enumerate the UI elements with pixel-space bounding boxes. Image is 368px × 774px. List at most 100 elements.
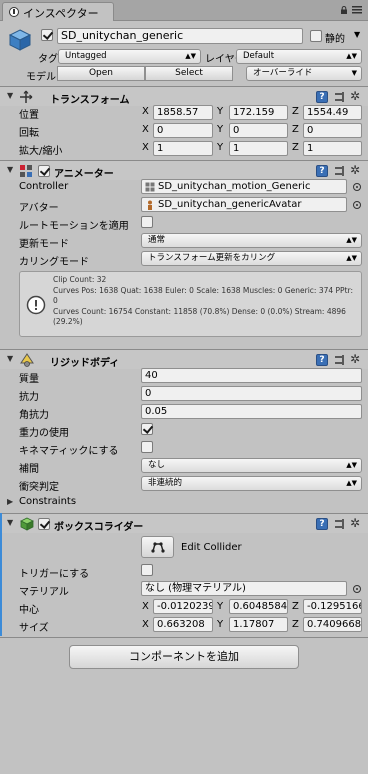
gear-icon[interactable]: ✲ [350,164,362,176]
root-motion-checkbox[interactable] [141,216,153,228]
fold-arrow-icon[interactable]: ▼ [7,91,13,100]
animator-icon [20,165,32,177]
axis-z-label: Z [292,142,299,153]
preset-icon[interactable] [334,354,346,366]
preset-icon[interactable] [334,518,346,530]
rotation-y-field[interactable]: 0 [229,123,288,138]
select-button[interactable]: Select [145,66,233,81]
collision-dropdown[interactable]: 非連続的 ▲▼ [141,476,362,491]
lock-icon[interactable] [340,6,348,14]
use-gravity-checkbox[interactable] [141,423,153,435]
layer-dropdown[interactable]: Default ▲▼ [236,49,362,64]
axis-z-label: Z [292,601,299,612]
material-field[interactable]: なし (物理マテリアル) [141,581,347,596]
scale-y-field[interactable]: 1 [229,141,288,156]
culling-mode-label: カリングモード [19,257,89,268]
tag-value: Untagged [65,51,107,61]
help-icon[interactable]: ? [316,165,328,177]
transform-icon [20,90,33,103]
angular-drag-field[interactable]: 0.05 [141,404,362,419]
preset-icon[interactable] [334,165,346,177]
object-name-field[interactable]: SD_unitychan_generic [57,28,303,44]
animator-title: アニメーター [54,169,114,180]
tag-dropdown[interactable]: Untagged ▲▼ [58,49,201,64]
static-checkbox[interactable] [310,30,322,42]
rigidbody-header[interactable]: ▼ リジッドボディ ? ✲ [0,349,368,369]
scale-z-field[interactable]: 1 [303,141,362,156]
rotation-x-field[interactable]: 0 [153,123,213,138]
scale-x-field[interactable]: 1 [153,141,213,156]
rigidbody-title: リジッドボディ [50,358,120,369]
open-button[interactable]: Open [57,66,145,81]
constraints-label[interactable]: Constraints [19,496,76,507]
fold-arrow-icon[interactable]: ▶ [7,497,13,506]
dropdown-arrow-icon: ▲▼ [346,479,357,487]
axis-y-label: Y [217,142,224,153]
info-line: (29.2%) [53,317,83,326]
help-icon[interactable]: ? [316,518,328,530]
use-gravity-label: 重力の使用 [19,428,69,439]
animator-header[interactable]: ▼ アニメーター ? ✲ [0,160,368,180]
transform-header[interactable]: ▼ トランスフォーム ? ✲ [0,86,368,106]
chevron-down-icon[interactable]: ▼ [354,30,360,39]
axis-z-label: Z [292,124,299,135]
center-z-field[interactable]: -0.1295166 [303,599,362,614]
gear-icon[interactable]: ✲ [350,353,362,365]
help-icon[interactable]: ? [316,354,328,366]
edit-collider-button[interactable] [141,536,174,558]
avatar-value: SD_unitychan_genericAvatar [158,199,302,210]
mass-field[interactable]: 40 [141,368,362,383]
trigger-checkbox[interactable] [141,564,153,576]
interpolate-label: 補間 [19,464,39,475]
controller-field[interactable]: SD_unitychan_motion_Generic [141,179,347,194]
avatar-icon [148,200,152,210]
avatar-field[interactable]: SD_unitychan_genericAvatar [141,197,347,212]
edit-collider-icon [150,542,165,553]
animator-enabled-checkbox[interactable] [38,165,50,177]
kinematic-checkbox[interactable] [141,441,153,453]
size-x-field[interactable]: 0.663208 [153,617,213,632]
fold-arrow-icon[interactable]: ▼ [7,165,13,174]
target-icon[interactable] [353,201,361,209]
active-checkbox[interactable] [41,29,53,41]
center-x-field[interactable]: -0.0120239 [153,599,213,614]
tab-inspector[interactable]: インスペクター [2,2,114,21]
menu-icon[interactable] [352,6,362,14]
interpolate-dropdown[interactable]: なし ▲▼ [141,458,362,473]
preset-icon[interactable] [334,91,346,103]
size-y-field[interactable]: 1.17807 [229,617,288,632]
update-mode-dropdown[interactable]: 通常 ▲▼ [141,233,362,248]
box-collider-enabled-checkbox[interactable] [38,518,50,530]
scale-label: 拡大/縮小 [19,146,63,157]
axis-y-label: Y [217,124,224,135]
culling-mode-dropdown[interactable]: トランスフォーム更新をカリング ▲▼ [141,251,362,266]
chevron-down-icon: ▼ [351,69,357,77]
position-x-field[interactable]: 1858.57 [153,105,213,120]
position-y-field[interactable]: 172.159 [229,105,288,120]
update-mode-label: 更新モード [19,239,69,250]
axis-z-label: Z [292,619,299,630]
box-collider-header[interactable]: ▼ ボックスコライダー ? ✲ [0,513,368,533]
position-z-field[interactable]: 1554.49 [303,105,362,120]
add-component-button[interactable]: コンポーネントを追加 [69,645,299,669]
fold-arrow-icon[interactable]: ▼ [7,518,13,527]
size-z-field[interactable]: 0.7409668 [303,617,362,632]
drag-field[interactable]: 0 [141,386,362,401]
axis-y-label: Y [217,601,224,612]
gear-icon[interactable]: ✲ [350,517,362,529]
center-y-field[interactable]: 0.6048584 [229,599,288,614]
dropdown-arrow-icon: ▲▼ [346,52,357,60]
target-icon[interactable] [353,183,361,191]
model-label: モデル [26,72,56,83]
info-line: Curves Count: 16754 Constant: 11858 (70.… [53,306,346,316]
update-mode-value: 通常 [148,235,166,245]
angular-drag-label: 角抗力 [19,410,49,421]
help-icon[interactable]: ? [316,91,328,103]
rotation-z-field[interactable]: 0 [303,123,362,138]
fold-arrow-icon[interactable]: ▼ [7,354,13,363]
collision-value: 非連続的 [148,478,183,488]
target-icon[interactable] [353,585,361,593]
gear-icon[interactable]: ✲ [350,90,362,102]
axis-z-label: Z [292,106,299,117]
override-dropdown[interactable]: オーバーライド ▼ [246,66,362,81]
